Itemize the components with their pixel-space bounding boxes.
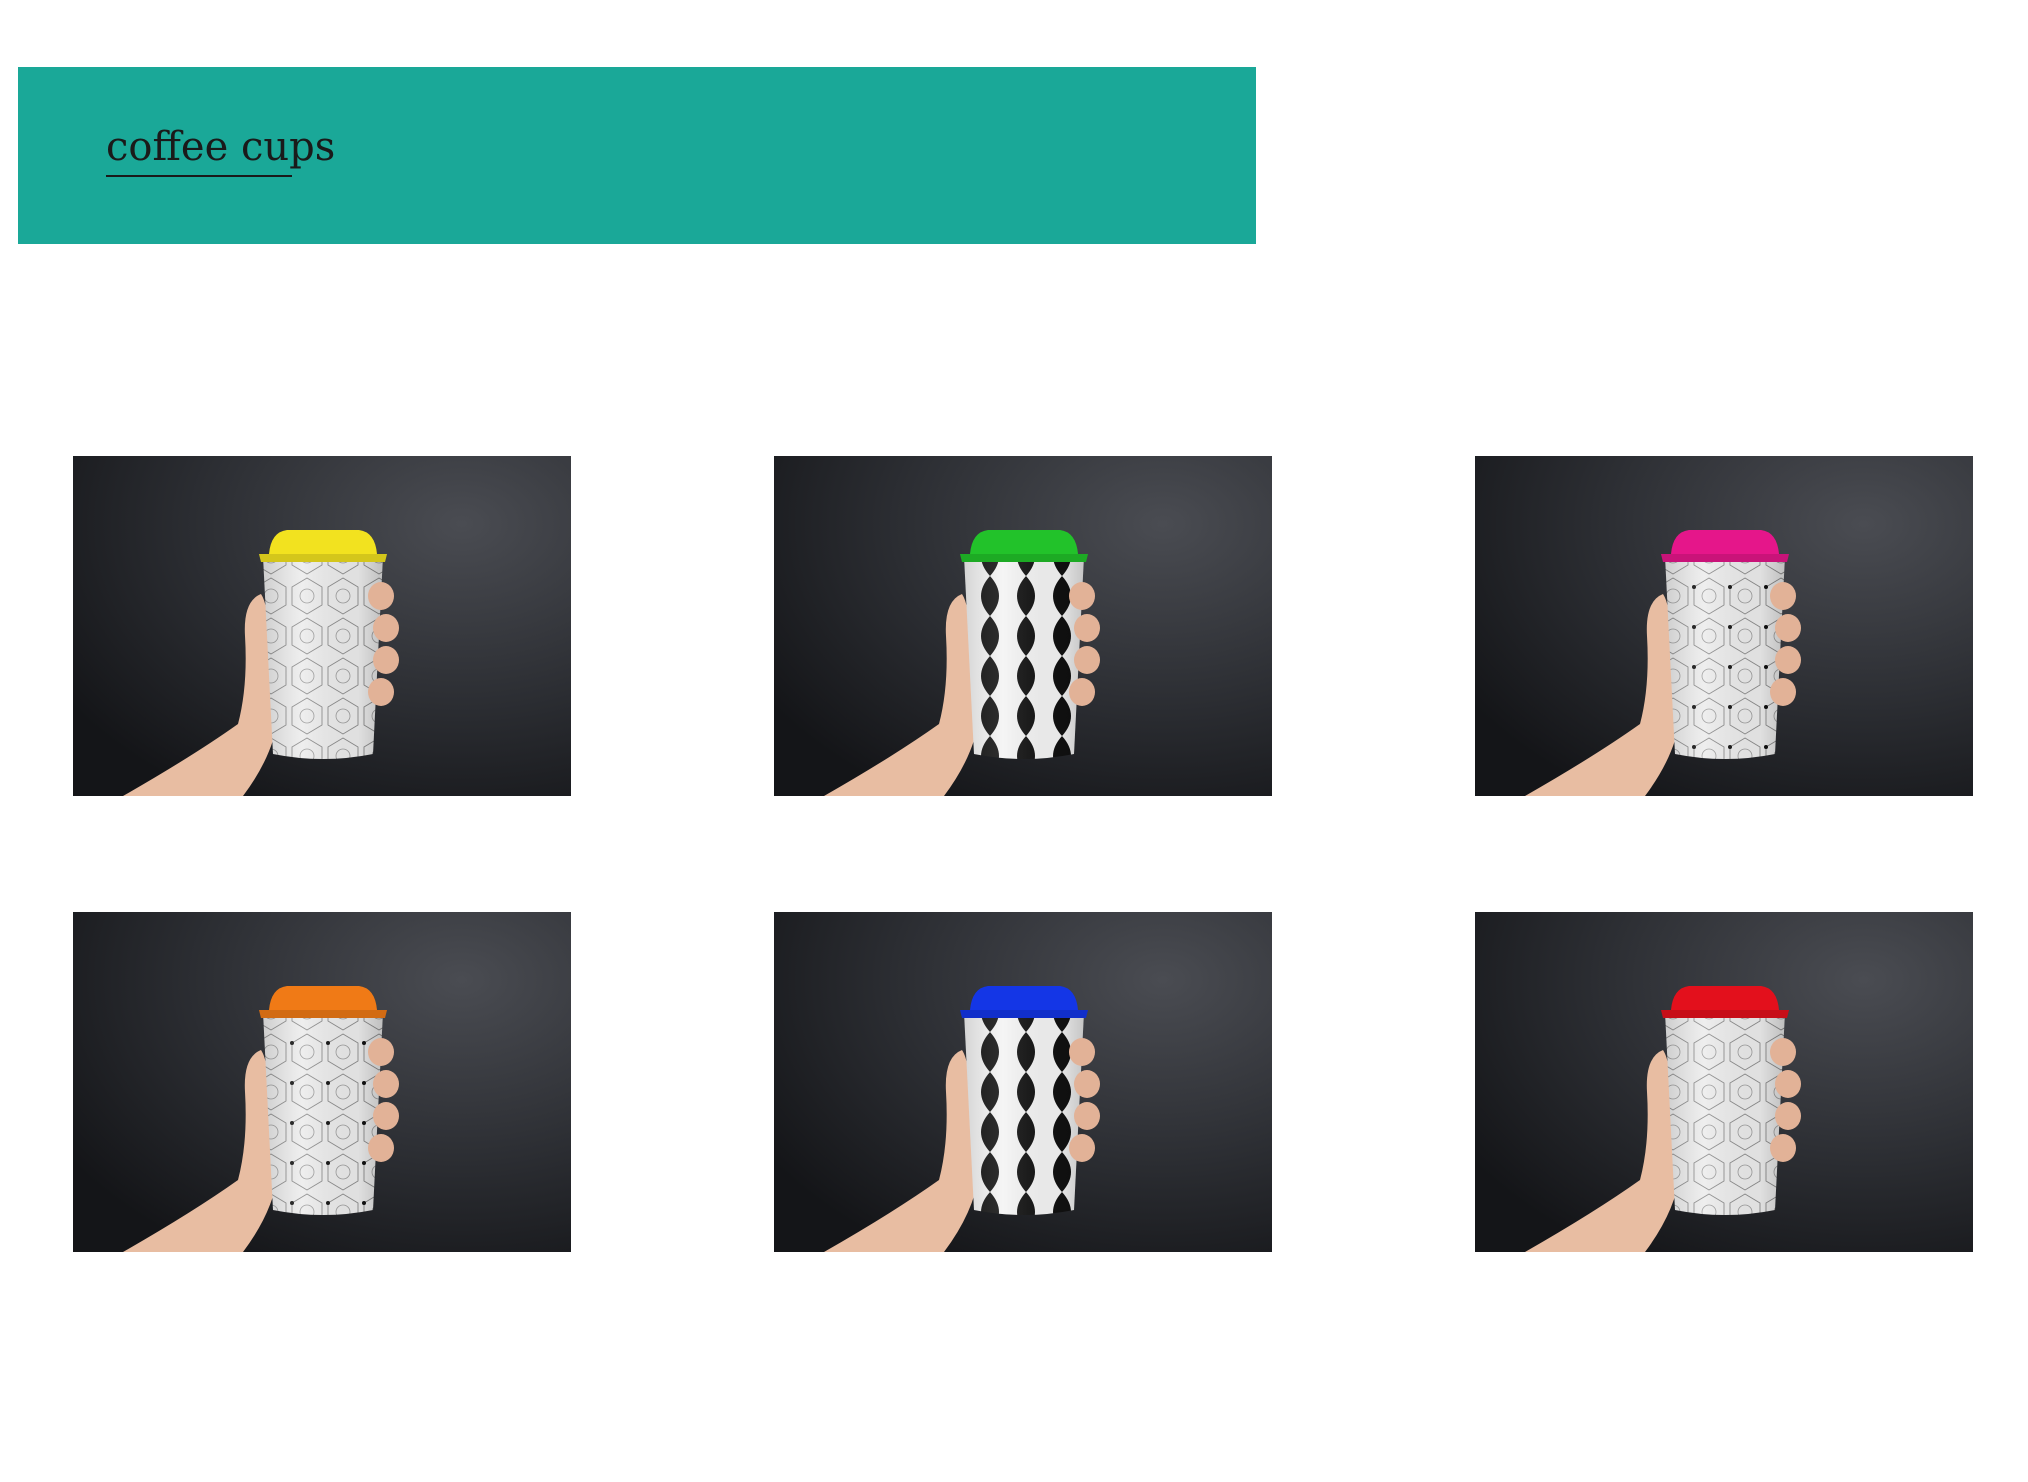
cup-photo [1475,912,1973,1252]
gallery-image-1[interactable] [73,456,571,796]
gallery-image-3[interactable] [1475,456,1973,796]
image-gallery [0,0,2028,1482]
cup-photo [1475,456,1973,796]
gallery-image-2[interactable] [774,456,1272,796]
gallery-image-4[interactable] [73,912,571,1252]
cup-photo [774,456,1272,796]
cup-photo [774,912,1272,1252]
gallery-image-5[interactable] [774,912,1272,1252]
cup-photo [73,912,571,1252]
cup-photo [73,456,571,796]
gallery-image-6[interactable] [1475,912,1973,1252]
